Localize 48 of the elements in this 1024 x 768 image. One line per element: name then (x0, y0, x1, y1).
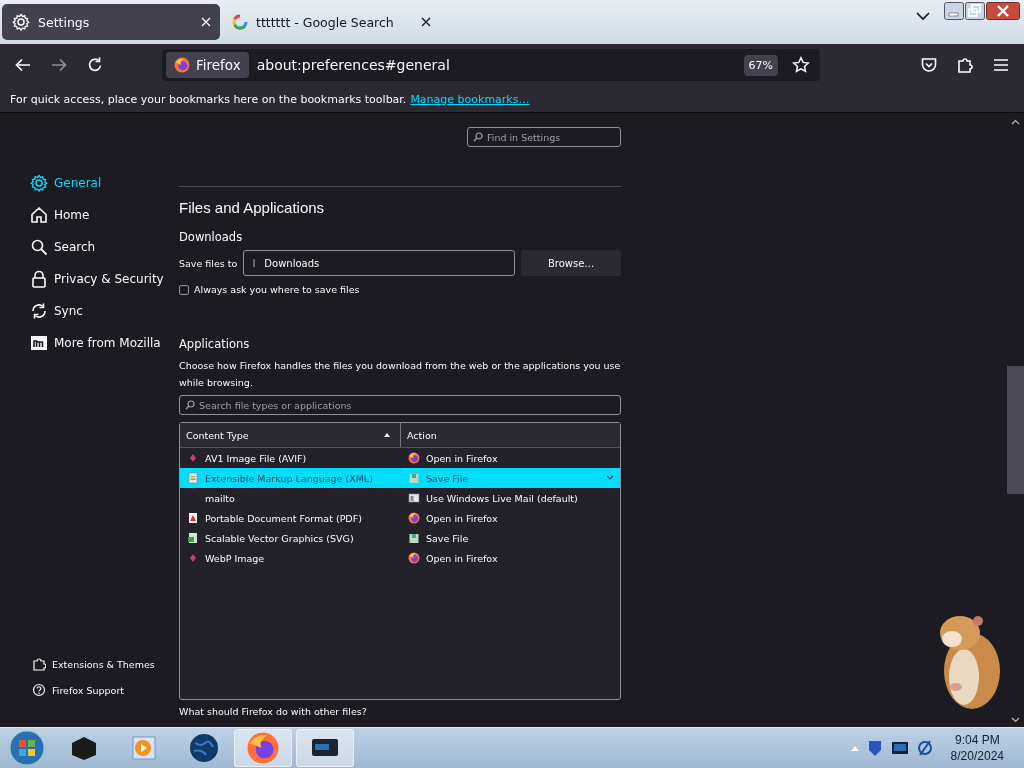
sidebar-item[interactable]: Sync (0, 295, 179, 327)
applications-heading: Applications (179, 337, 251, 351)
zoom-button[interactable]: 67% (743, 54, 778, 76)
sidebar-footer-link[interactable]: Extensions & Themes (0, 651, 161, 677)
action-cell: Open in Firefox (408, 552, 498, 564)
file-type-row[interactable]: Scalable Vector Graphics (SVG) Save File (180, 528, 620, 548)
content-type-cell: Scalable Vector Graphics (SVG) (180, 532, 401, 544)
checkbox-label: Always ask you where to save files (194, 284, 360, 295)
column-header[interactable]: Action (401, 423, 620, 447)
find-in-settings-field[interactable]: Find in Settings (467, 127, 621, 147)
column-header[interactable]: Content Type (180, 423, 401, 447)
content-type-cell: AV1 Image File (AVIF) (180, 452, 401, 464)
applications-description: Choose how Firefox handles the files you download from the web or the applications you use while browsing. (179, 359, 621, 390)
downloads-heading: Downloads (179, 230, 244, 244)
action-cell: Save File (408, 532, 469, 544)
manage-bookmarks-link[interactable]: Manage bookmarks… (410, 92, 530, 106)
save-files-label: Save files to (179, 257, 238, 269)
other-files-question: What should Firefox do with other files? (179, 706, 368, 717)
sidebar-item[interactable]: Search (0, 231, 179, 263)
clock[interactable]: 9:04 PM 8/20/2024 (950, 732, 1004, 764)
address-bar[interactable]: Firefox about:preferences#general 67% (162, 49, 820, 81)
browse-button[interactable]: Browse… (521, 250, 621, 276)
content-type-cell: Extensible Markup Language (XML) (180, 472, 401, 484)
content-type-cell: Portable Document Format (PDF) (180, 512, 401, 524)
file-type-row[interactable]: Portable Document Format (PDF) Open in Firefox (180, 508, 620, 528)
action-cell: Save File (408, 472, 469, 484)
sidebar-footer-link[interactable]: Firefox Support (0, 677, 130, 703)
identity-button[interactable]: Firefox (166, 52, 249, 78)
browser-tab[interactable]: ttttttt - Google Search (222, 4, 440, 40)
section-title: Files and Applications (179, 199, 326, 216)
sidebar-item[interactable]: General (0, 167, 179, 199)
file-type-search-field[interactable]: Search file types or applications (179, 395, 621, 415)
sidebar-item[interactable]: Home (0, 199, 179, 231)
browser-tab[interactable]: Settings (2, 4, 220, 40)
file-type-row[interactable]: mailto Use Windows Live Mail (default) (180, 488, 620, 508)
action-cell: Open in Firefox (408, 512, 498, 524)
action-cell: Use Windows Live Mail (default) (408, 492, 578, 504)
url-text: about:preferences#general (256, 57, 451, 73)
content-type-cell-text: mailto (204, 492, 236, 504)
file-type-row[interactable]: Extensible Markup Language (XML) Save File (180, 468, 620, 488)
bookmarks-toolbar-message: For quick access, place your bookmarks here on the bookmarks toolbar. (10, 92, 407, 106)
download-folder-field[interactable]: Downloads (243, 250, 516, 276)
action-cell: Open in Firefox (408, 452, 498, 464)
file-type-row[interactable]: AV1 Image File (AVIF) Open in Firefox (180, 448, 620, 468)
file-type-row[interactable]: WebP Image Open in Firefox (180, 548, 620, 568)
content-type-cell: WebP Image (180, 552, 401, 564)
sidebar-item[interactable]: Privacy & Security (0, 263, 179, 295)
sidebar-item[interactable]: More from Mozilla (0, 327, 179, 359)
